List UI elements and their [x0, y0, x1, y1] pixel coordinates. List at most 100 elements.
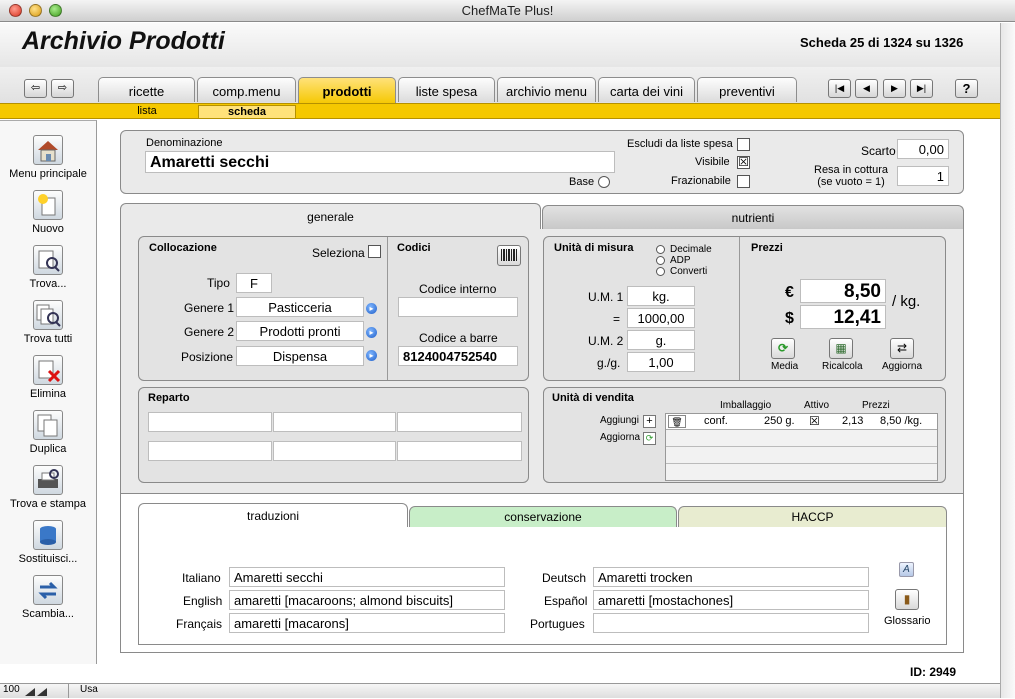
sidebar-item-scambia[interactable]: Scambia... — [0, 575, 96, 620]
tab-archivio-menu[interactable]: archivio menu — [497, 77, 596, 102]
reparto-field-5[interactable] — [273, 441, 396, 461]
row-qty: 250 g. — [764, 415, 795, 427]
tab-generale[interactable]: generale — [120, 203, 541, 230]
subtab-scheda[interactable]: scheda — [198, 105, 296, 118]
dollar-price-field[interactable]: 12,41 — [800, 305, 886, 329]
sidebar-item-elimina[interactable]: Elimina — [0, 355, 96, 400]
euro-symbol: € — [785, 284, 794, 301]
trash-icon[interactable]: 🗑 — [668, 415, 686, 428]
tab-traduzioni[interactable]: traduzioni — [138, 503, 408, 528]
base-label: Base — [569, 176, 595, 188]
reparto-field-6[interactable] — [397, 441, 522, 461]
posizione-popup-icon[interactable]: ▸ — [366, 350, 377, 361]
back-button[interactable]: ⇦ — [24, 79, 47, 98]
posizione-field[interactable]: Dispensa — [236, 346, 364, 366]
denominazione-field[interactable]: Amaretti secchi — [145, 151, 615, 173]
aggiorna-prezzi-button[interactable]: ⇄ — [890, 338, 914, 359]
aggiorna-vendita-button[interactable]: ⟳ — [643, 432, 656, 445]
sidebar-item-trova[interactable]: Trova... — [0, 245, 96, 290]
zoom-slider-icon[interactable] — [25, 686, 47, 696]
find-icon — [33, 245, 63, 275]
resa-field[interactable]: 1 — [897, 166, 949, 186]
tab-prodotti[interactable]: prodotti — [298, 77, 396, 104]
genere2-popup-icon[interactable]: ▸ — [366, 327, 377, 338]
seleziona-checkbox[interactable] — [368, 245, 381, 258]
portugues-field[interactable] — [593, 613, 869, 633]
ricalcola-button[interactable]: ▦ — [829, 338, 853, 359]
sidebar-item-menu-principale[interactable]: Menu principale — [0, 135, 96, 180]
vertical-scrollbar[interactable] — [1000, 23, 1015, 698]
euro-price-field[interactable]: 8,50 — [800, 279, 886, 303]
codice-interno-label: Codice interno — [419, 282, 497, 296]
subtab-lista[interactable]: lista — [98, 105, 196, 118]
help-button[interactable]: ? — [955, 79, 978, 98]
aggiungi-button[interactable]: + — [643, 415, 656, 428]
genere1-popup-icon[interactable]: ▸ — [366, 303, 377, 314]
escludi-checkbox[interactable] — [737, 138, 750, 151]
tab-conservazione[interactable]: conservazione — [409, 506, 677, 527]
reparto-field-2[interactable] — [273, 412, 396, 432]
sidebar-item-label: Sostituisci... — [18, 553, 78, 565]
converti-radio[interactable] — [656, 267, 665, 276]
genere2-field[interactable]: Prodotti pronti — [236, 321, 364, 341]
tab-nutrienti[interactable]: nutrienti — [542, 205, 964, 229]
barcode-button[interactable] — [497, 245, 521, 266]
sidebar-item-label: Duplica — [29, 443, 67, 455]
codice-barre-field[interactable]: 8124004752540 — [398, 346, 518, 366]
gg-field[interactable]: 1,00 — [627, 352, 695, 372]
sidebar-item-trova-tutti[interactable]: Trova tutti — [0, 300, 96, 345]
frazionabile-checkbox[interactable] — [737, 175, 750, 188]
tipo-field[interactable]: F — [236, 273, 272, 293]
deutsch-field[interactable]: Amaretti trocken — [593, 567, 869, 587]
first-record-button[interactable]: |◀ — [828, 79, 851, 98]
espanol-field[interactable]: amaretti [mostachones] — [593, 590, 869, 610]
visibile-label: Visibile — [695, 156, 730, 168]
aggiorna-prezzi-label: Aggiorna — [882, 361, 923, 372]
sidebar-item-nuovo[interactable]: Nuovo — [0, 190, 96, 235]
price-unit-label: / kg. — [892, 293, 921, 310]
reparto-field-1[interactable] — [148, 412, 272, 432]
refresh-icon: ⟳ — [645, 433, 654, 443]
prev-record-button[interactable]: ◀ — [855, 79, 878, 98]
tab-comp-menu[interactable]: comp.menu — [197, 77, 296, 102]
base-radio[interactable] — [598, 176, 610, 188]
scarto-field[interactable]: 0,00 — [897, 139, 949, 159]
next-record-button[interactable]: ▶ — [883, 79, 906, 98]
sidebar-item-duplica[interactable]: Duplica — [0, 410, 96, 455]
last-record-button[interactable]: ▶| — [910, 79, 933, 98]
forward-button[interactable]: ⇨ — [51, 79, 74, 98]
reparto-field-4[interactable] — [148, 441, 272, 461]
media-button[interactable]: ⟳ — [771, 338, 795, 359]
conversion-field[interactable]: 1000,00 — [627, 308, 695, 328]
english-field[interactable]: amaretti [macaroons; almond biscuits] — [229, 590, 505, 610]
um2-field[interactable]: g. — [627, 330, 695, 350]
reparto-field-3[interactable] — [397, 412, 522, 432]
sidebar-item-sostituisci[interactable]: Sostituisci... — [0, 520, 96, 565]
table-row[interactable]: 🗑 conf. 250 g. ☒ 2,13 8,50 /kg. — [666, 414, 937, 430]
sidebar-item-label: Trova tutti — [23, 333, 73, 345]
adp-radio[interactable] — [656, 256, 665, 265]
genere2-label: Genere 2 — [184, 325, 235, 339]
zoom-level[interactable]: 100 — [3, 684, 20, 695]
divider — [666, 446, 937, 447]
codice-interno-field[interactable] — [398, 297, 518, 317]
sidebar-item-trova-e-stampa[interactable]: Trova e stampa — [0, 465, 96, 510]
tab-liste-spesa[interactable]: liste spesa — [398, 77, 495, 102]
francais-field[interactable]: amaretti [macarons] — [229, 613, 505, 633]
um1-field[interactable]: kg. — [627, 286, 695, 306]
glossario-button[interactable]: ▮ — [895, 589, 919, 610]
english-label: English — [183, 594, 223, 608]
portugues-label: Portugues — [530, 617, 585, 631]
row-attivo-checkbox[interactable]: ☒ — [809, 414, 820, 428]
mode-indicator: Usa — [80, 684, 98, 695]
tab-preventivi[interactable]: preventivi — [697, 77, 797, 102]
tab-haccp[interactable]: HACCP — [678, 506, 947, 527]
converti-label: Converti — [670, 266, 708, 277]
visibile-checkbox[interactable]: ☒ — [737, 156, 750, 169]
italiano-field[interactable]: Amaretti secchi — [229, 567, 505, 587]
decimale-radio[interactable] — [656, 245, 665, 254]
tab-ricette[interactable]: ricette — [98, 77, 195, 102]
translate-icon[interactable]: A — [899, 562, 914, 577]
tab-carta-dei-vini[interactable]: carta dei vini — [598, 77, 695, 102]
genere1-field[interactable]: Pasticceria — [236, 297, 364, 317]
